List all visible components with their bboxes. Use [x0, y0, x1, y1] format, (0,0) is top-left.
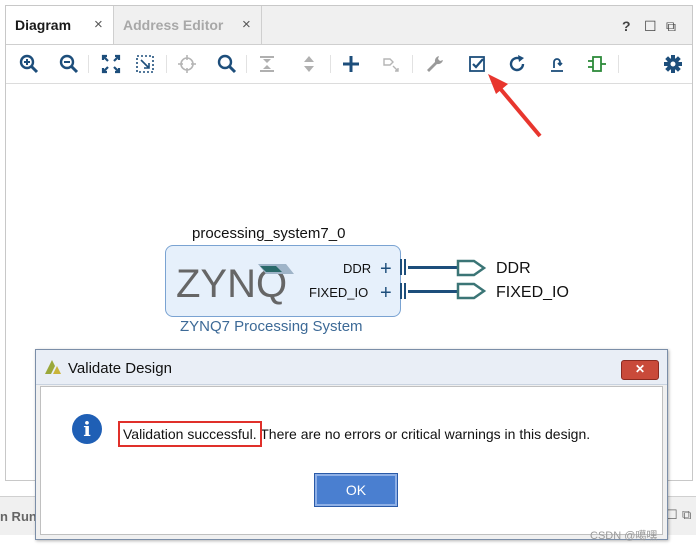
dialog-body: i Validation successful. There are no er… — [40, 386, 663, 535]
toolbar-separator — [88, 55, 89, 73]
vivado-logo-icon — [45, 360, 61, 374]
crosshair-icon[interactable] — [174, 51, 200, 77]
watermark: CSDN @噶嘿 — [590, 530, 658, 542]
float-window-icon[interactable]: ⧉ — [666, 18, 676, 35]
dialog-close-button[interactable]: ✕ — [621, 360, 659, 380]
tab-bar: Diagram × Address Editor × ? ☐ ⧉ — [6, 6, 692, 45]
tab-address-editor-label: Address Editor — [123, 17, 224, 33]
ip-block-caption: ZYNQ7 Processing System — [180, 318, 363, 335]
diagram-toolbar — [6, 45, 692, 84]
validate-design-dialog: Validate Design ✕ i Validation successfu… — [35, 349, 668, 540]
message-highlight: Validation successful. — [118, 421, 262, 447]
port-label-fixed-io: FIXED_IO — [309, 285, 369, 300]
search-icon[interactable] — [214, 51, 240, 77]
zynq-logo-swoosh-icon — [258, 264, 294, 274]
zoom-out-icon[interactable] — [56, 51, 82, 77]
external-port-fixed-io[interactable]: FIXED_IO — [496, 284, 569, 302]
port-connections — [400, 259, 487, 300]
info-icon: i — [72, 414, 102, 444]
dialog-titlebar[interactable]: Validate Design ✕ — [36, 350, 667, 385]
external-port-ddr[interactable]: DDR — [496, 260, 531, 278]
port-expand-ddr-icon[interactable]: + — [380, 259, 392, 279]
toolbar-separator — [330, 55, 331, 73]
port-label-ddr: DDR — [343, 261, 372, 276]
toolbar-separator — [618, 55, 619, 73]
toolbar-separator — [412, 55, 413, 73]
tab-address-editor-close-icon[interactable]: × — [242, 16, 251, 33]
help-icon[interactable]: ? — [622, 18, 631, 34]
tab-diagram-close-icon[interactable]: × — [94, 16, 103, 33]
collapse-icon[interactable] — [254, 51, 280, 77]
tab-diagram[interactable]: Diagram × — [6, 6, 114, 44]
restore-icon[interactable]: ☐ — [644, 18, 657, 35]
port-icon[interactable] — [584, 51, 610, 77]
expand-icon[interactable] — [296, 51, 322, 77]
make-external-icon[interactable] — [378, 51, 404, 77]
toolbar-separator — [246, 55, 247, 73]
dialog-title: Validate Design — [68, 360, 172, 377]
settings-gear-icon[interactable] — [660, 51, 686, 77]
bottom-panel-tab[interactable]: n Run — [0, 509, 37, 524]
ok-button[interactable]: OK — [314, 473, 398, 507]
bottom-panel-float-icon[interactable]: ⧉ — [682, 507, 691, 523]
block-instance-name: processing_system7_0 — [192, 225, 346, 242]
zoom-in-icon[interactable] — [16, 51, 42, 77]
wrench-icon[interactable] — [422, 51, 448, 77]
toolbar-separator — [166, 55, 167, 73]
tab-address-editor[interactable]: Address Editor × — [114, 6, 262, 44]
message-detail: There are no errors or critical warnings… — [256, 426, 591, 442]
dialog-message: Validation successful. There are no erro… — [118, 421, 591, 447]
fit-selection-icon[interactable] — [132, 51, 158, 77]
add-ip-icon[interactable] — [338, 51, 364, 77]
zoom-fit-icon[interactable] — [98, 51, 124, 77]
tab-diagram-label: Diagram — [15, 17, 72, 33]
annotation-arrow — [488, 74, 542, 138]
port-expand-fixed-io-icon[interactable]: + — [380, 283, 392, 303]
